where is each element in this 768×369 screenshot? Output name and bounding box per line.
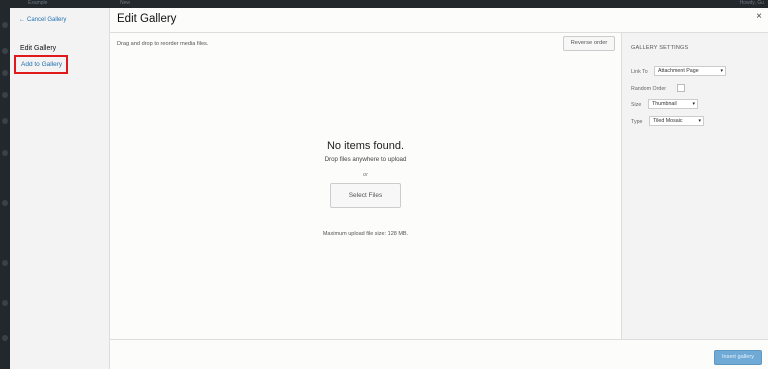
random-order-checkbox[interactable] (677, 84, 685, 92)
close-icon[interactable]: × (756, 12, 762, 22)
comments-icon (2, 118, 8, 124)
menu-item-add-to-gallery[interactable]: Add to Gallery (14, 55, 68, 74)
menu-item-edit-gallery[interactable]: Edit Gallery (20, 45, 56, 52)
cancel-gallery-label: Cancel Gallery (27, 17, 67, 23)
admin-topbar: Example New Howdy, Gu (10, 0, 768, 8)
link-to-label: Link To (631, 69, 648, 75)
select-files-button[interactable]: Select Files (330, 183, 401, 208)
appearance-icon (2, 150, 8, 156)
link-to-select[interactable]: Attachment Page ▾ (654, 66, 726, 76)
reorder-hint: Drag and drop to reorder media files. (117, 41, 209, 47)
topbar-new: New (120, 0, 131, 6)
plugins-icon (2, 200, 8, 206)
chevron-down-icon: ▾ (692, 101, 695, 107)
or-separator: or (363, 172, 368, 178)
left-arrow-icon: ← (19, 17, 25, 23)
chevron-down-icon: ▾ (698, 118, 701, 124)
media-icon (2, 70, 8, 76)
type-value: Tiled Mosaic (653, 118, 683, 124)
users-icon (2, 260, 8, 266)
edit-gallery-modal: ← Cancel Gallery Edit Gallery Add to Gall… (10, 8, 768, 369)
topbar-site-name: Example (28, 0, 48, 6)
size-value: Thumbnail (652, 101, 677, 107)
max-upload-size: Maximum upload file size: 128 MB. (322, 231, 409, 237)
tools-icon (2, 300, 8, 306)
media-menu: ← Cancel Gallery Edit Gallery Add to Gall… (10, 8, 110, 369)
insert-gallery-button[interactable]: Insert gallery (714, 350, 762, 365)
reverse-order-button[interactable]: Reverse order (563, 36, 615, 51)
topbar-user: Howdy, Gu (739, 0, 764, 6)
gallery-settings-title: GALLERY SETTINGS (631, 45, 689, 51)
drop-files-text: Drop files anywhere to upload (324, 156, 407, 163)
chevron-down-icon: ▾ (720, 68, 723, 74)
settings-icon (2, 335, 8, 341)
admin-sidebar (0, 0, 10, 369)
modal-footer: Insert gallery (110, 339, 768, 369)
posts-icon (2, 48, 8, 54)
size-select[interactable]: Thumbnail ▾ (648, 99, 698, 109)
pages-icon (2, 92, 8, 98)
dashboard-icon (2, 22, 8, 28)
add-to-gallery-label: Add to Gallery (21, 61, 63, 68)
gallery-settings-panel: GALLERY SETTINGS Link To Attachment Page… (621, 33, 768, 339)
random-order-label: Random Order (631, 86, 667, 92)
empty-state-title: No items found. (326, 140, 405, 152)
size-label: Size (631, 102, 642, 108)
cancel-gallery-link[interactable]: ← Cancel Gallery (19, 17, 66, 23)
link-to-value: Attachment Page (658, 68, 699, 74)
modal-title: Edit Gallery (117, 13, 177, 25)
type-label: Type (631, 119, 643, 125)
type-select[interactable]: Tiled Mosaic ▾ (649, 116, 704, 126)
